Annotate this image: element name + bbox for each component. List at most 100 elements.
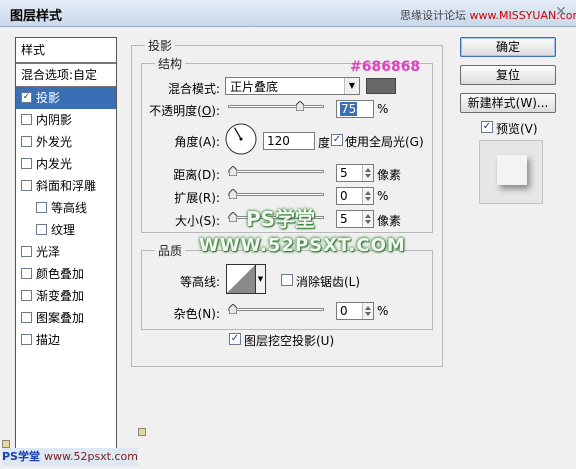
spread-slider-thumb[interactable] xyxy=(229,189,237,199)
distance-slider-track[interactable] xyxy=(228,170,324,173)
style-item-label: 图案叠加 xyxy=(36,311,85,325)
style-item[interactable]: 斜面和浮雕 xyxy=(16,175,116,197)
spinner-icon[interactable] xyxy=(362,303,373,319)
spinner-icon[interactable] xyxy=(362,165,373,181)
checkbox-icon[interactable] xyxy=(21,246,32,257)
noise-input[interactable]: 0 xyxy=(336,302,374,320)
checkbox-icon[interactable] xyxy=(21,136,32,147)
style-item[interactable]: 内阴影 xyxy=(16,109,116,131)
angle-input[interactable]: 120 xyxy=(263,132,315,150)
checkbox-icon[interactable] xyxy=(36,224,47,235)
style-item[interactable]: 外发光 xyxy=(16,131,116,153)
style-item[interactable]: 光泽 xyxy=(16,241,116,263)
angle-dial[interactable] xyxy=(225,123,257,155)
watermark-bottom-url: www.52psxt.com xyxy=(43,450,138,463)
layer-style-dialog: 图层样式 思缘设计论坛 www.MISSYUAN.com ✕ 样式 混合选项:自… xyxy=(0,0,576,469)
style-item-label: 斜面和浮雕 xyxy=(36,179,97,193)
url-watermark: WWW.52PSXT.COM xyxy=(199,235,406,256)
opacity-label: 不透明度(O): xyxy=(140,102,220,119)
preview-label: 预览(V) xyxy=(496,122,538,136)
ps-watermark: PS学堂 xyxy=(246,207,316,231)
style-items: ✓ 投影内阴影外发光内发光斜面和浮雕等高线纹理光泽 颜色叠加渐变叠加图案叠加描边 xyxy=(16,87,116,351)
global-light-checkbox[interactable]: ✓ xyxy=(331,134,343,146)
noise-slider-track[interactable] xyxy=(228,308,324,311)
knockout-checkbox[interactable]: ✓ xyxy=(229,333,241,345)
watermark-bottom-ps: PS学堂 xyxy=(2,450,40,463)
dialog-title: 图层样式 xyxy=(10,9,63,24)
watermark-bottom: PS学堂 www.52psxt.com xyxy=(2,448,138,466)
style-item-label: 渐变叠加 xyxy=(36,289,85,303)
style-item-label: 投影 xyxy=(36,91,61,105)
reset-button[interactable]: 复位 xyxy=(460,65,556,85)
shadow-color-swatch[interactable] xyxy=(366,78,396,94)
noise-label: 杂色(N): xyxy=(173,307,220,321)
blend-mode-value: 正片叠底 xyxy=(230,80,279,94)
checkbox-icon[interactable] xyxy=(36,202,47,213)
style-item-label: 内阴影 xyxy=(36,113,73,127)
styles-header[interactable]: 样式 xyxy=(16,38,116,64)
spinner-icon[interactable] xyxy=(362,188,373,204)
noise-unit: % xyxy=(377,304,389,318)
blend-options-item[interactable]: 混合选项:自定 xyxy=(16,64,116,87)
opacity-value: 75 xyxy=(340,102,358,116)
size-slider-thumb[interactable] xyxy=(229,212,237,222)
contour-label: 等高线: xyxy=(179,275,220,289)
spread-label: 扩展(R): xyxy=(174,191,220,205)
style-item-label: 纹理 xyxy=(51,223,76,237)
blend-mode-select[interactable]: 正片叠底 ▼ xyxy=(225,77,360,95)
style-item[interactable]: 图案叠加 xyxy=(16,307,116,329)
spread-input[interactable]: 0 xyxy=(336,187,374,205)
ok-button[interactable]: 确定 xyxy=(460,37,556,57)
watermark-top: 思缘设计论坛 www.MISSYUAN.com xyxy=(400,7,576,23)
angle-unit: 度 xyxy=(318,136,331,150)
size-input[interactable]: 5 xyxy=(336,210,374,228)
noise-value: 0 xyxy=(340,304,348,318)
distance-unit: 像素 xyxy=(377,168,402,182)
contour-curve-icon xyxy=(227,265,255,293)
hex-annotation: #686868 xyxy=(350,59,421,75)
new-style-button[interactable]: 新建样式(W)... xyxy=(460,93,556,113)
style-item[interactable]: 描边 xyxy=(16,329,116,351)
distance-slider-thumb[interactable] xyxy=(229,166,237,176)
distance-input[interactable]: 5 xyxy=(336,164,374,182)
style-item[interactable]: ✓ 投影 xyxy=(16,87,116,109)
checkbox-checked-icon[interactable]: ✓ xyxy=(21,92,32,103)
structure-title: 结构 xyxy=(155,55,186,72)
style-item[interactable]: 内发光 xyxy=(16,153,116,175)
title-bar: 图层样式 思缘设计论坛 www.MISSYUAN.com ✕ xyxy=(0,0,576,27)
knockout-label: 图层挖空投影(U) xyxy=(244,334,335,348)
preview-thumbnail xyxy=(479,140,543,204)
preview-checkbox[interactable]: ✓ xyxy=(481,121,493,133)
contour-picker[interactable] xyxy=(226,264,256,294)
opacity-label-post: ): xyxy=(211,104,220,118)
checkbox-icon[interactable] xyxy=(21,334,32,345)
chevron-down-icon[interactable]: ▼ xyxy=(256,264,266,294)
style-item-label: 内发光 xyxy=(36,157,73,171)
drop-shadow-title: 投影 xyxy=(145,37,176,54)
close-icon[interactable]: ✕ xyxy=(552,3,570,21)
opacity-unit: % xyxy=(377,102,389,116)
checkbox-icon[interactable] xyxy=(21,290,32,301)
checkbox-icon[interactable] xyxy=(21,158,32,169)
spread-unit: % xyxy=(377,189,389,203)
style-item[interactable]: 颜色叠加 xyxy=(16,263,116,285)
noise-slider-thumb[interactable] xyxy=(229,304,237,314)
preview-shape xyxy=(497,155,527,185)
checkbox-icon[interactable] xyxy=(21,312,32,323)
checkbox-icon[interactable] xyxy=(21,268,32,279)
opacity-label-key: O xyxy=(201,104,212,118)
size-unit: 像素 xyxy=(377,214,402,228)
style-item[interactable]: 渐变叠加 xyxy=(16,285,116,307)
spread-slider-track[interactable] xyxy=(228,193,324,196)
opacity-input[interactable]: 75 xyxy=(336,100,374,118)
spread-value: 0 xyxy=(340,189,348,203)
checkbox-icon[interactable] xyxy=(21,180,32,191)
antialias-checkbox[interactable] xyxy=(281,274,293,286)
spinner-icon[interactable] xyxy=(362,211,373,227)
opacity-slider-track[interactable] xyxy=(228,105,324,108)
opacity-slider-thumb[interactable] xyxy=(296,101,304,111)
style-item[interactable]: 纹理 xyxy=(16,219,116,241)
checkbox-icon[interactable] xyxy=(21,114,32,125)
resize-marker-icon xyxy=(138,428,146,436)
style-item[interactable]: 等高线 xyxy=(16,197,116,219)
